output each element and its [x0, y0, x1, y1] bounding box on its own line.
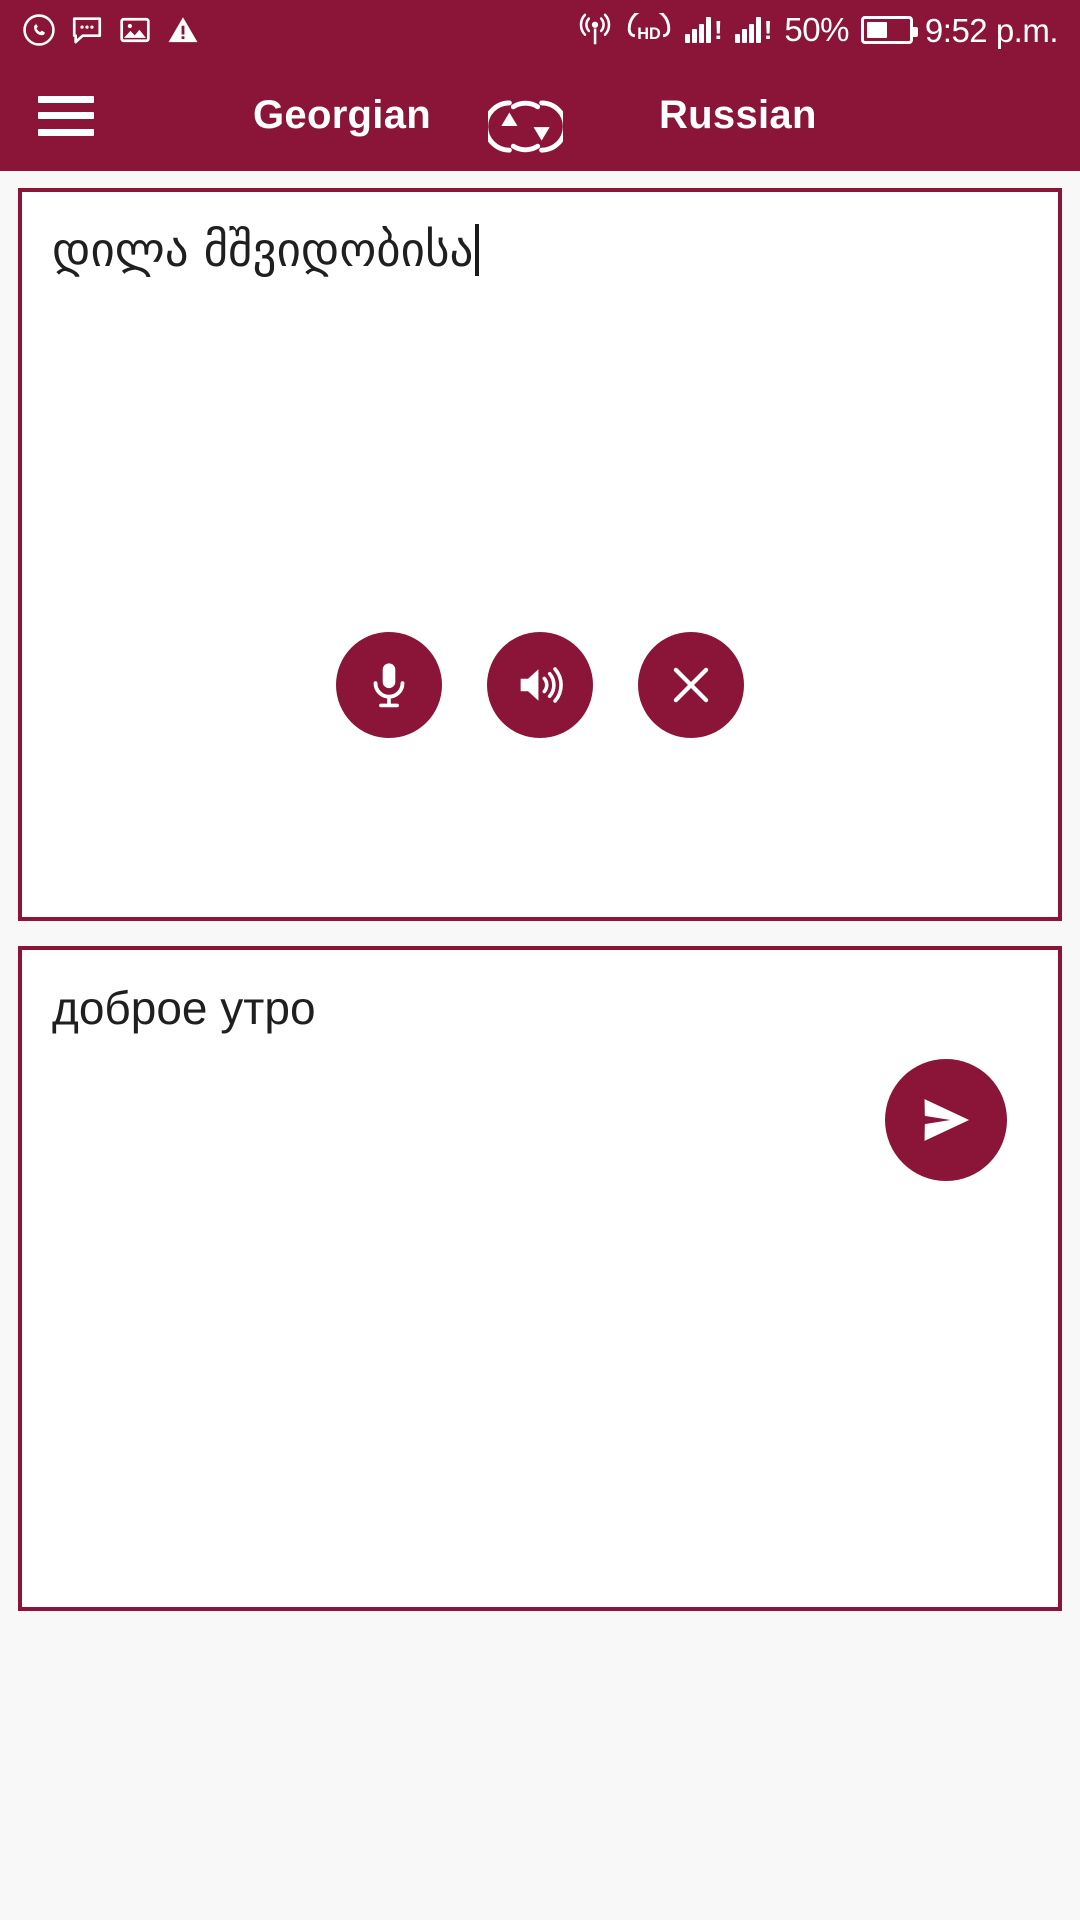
text-caret [475, 224, 480, 276]
warning-icon [168, 17, 198, 43]
status-bar-right-icons: HD ! ! 50% 9:52 p.m. [577, 11, 1059, 49]
swap-languages-icon[interactable] [483, 89, 568, 164]
source-text-input[interactable]: დილა მშვიდობისა [18, 188, 1062, 921]
speaker-button[interactable] [487, 632, 593, 738]
battery-percent-label: 50% [784, 11, 849, 48]
app-header: Georgian Russian [0, 60, 1080, 171]
translate-send-button[interactable] [885, 1059, 1007, 1181]
target-text-output[interactable]: доброе утро [18, 946, 1062, 1611]
signal-bars-sim1-icon: ! [685, 17, 723, 43]
hamburger-menu-icon[interactable] [38, 95, 94, 136]
target-language-button[interactable]: Russian [659, 93, 817, 138]
microphone-button[interactable] [336, 632, 442, 738]
signal-bars-sim2-icon: ! [734, 17, 772, 43]
content-area: დილა მშვიდობისა доброе утро [0, 171, 1080, 1920]
whatsapp-icon [23, 14, 55, 46]
clock-label: 9:52 p.m. [924, 11, 1059, 49]
source-language-button[interactable]: Georgian [253, 93, 431, 138]
close-icon [673, 667, 709, 703]
source-text-row[interactable]: დილა მშვიდობისა [22, 192, 1058, 281]
source-text-value: დილა მშვიდობისა [52, 223, 474, 278]
action-button-row [22, 632, 1058, 738]
image-icon [120, 17, 150, 43]
hd-icon: HD [627, 13, 671, 43]
message-icon [72, 17, 102, 44]
send-icon [924, 1099, 970, 1141]
status-bar: HD ! ! 50% 9:52 p.m. [0, 0, 1080, 60]
svg-text:HD: HD [637, 25, 661, 43]
clear-button[interactable] [638, 632, 744, 738]
battery-icon [860, 16, 918, 44]
speaker-icon [520, 667, 563, 703]
status-bar-left-icons [22, 13, 200, 47]
target-text-value: доброе утро [52, 982, 316, 1034]
microphone-icon [373, 663, 405, 708]
hotspot-icon [579, 13, 611, 45]
